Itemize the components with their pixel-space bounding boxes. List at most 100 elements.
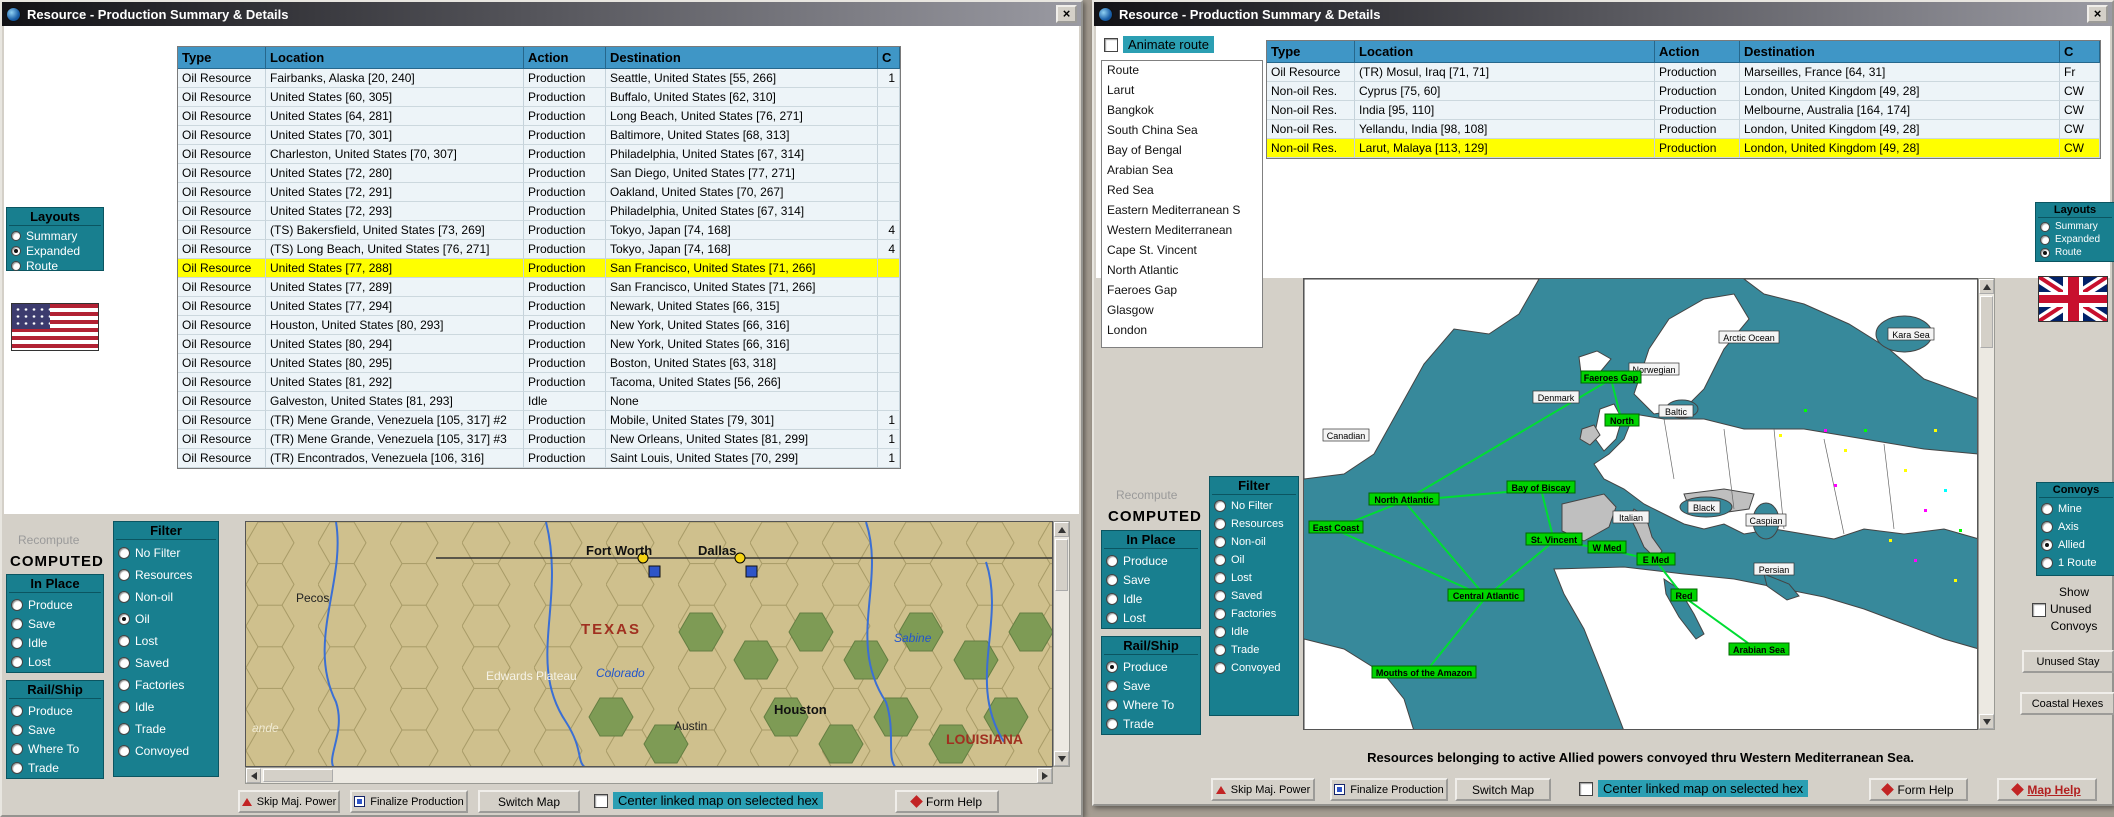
- finalize-production-button[interactable]: Finalize Production: [1330, 778, 1448, 801]
- switch-map-button[interactable]: Switch Map: [478, 790, 580, 813]
- col-header-type[interactable]: Type: [1267, 41, 1355, 63]
- filter-option[interactable]: Factories: [116, 674, 216, 696]
- filter-option[interactable]: Lost: [1212, 569, 1296, 587]
- layout-option[interactable]: Summary: [9, 228, 101, 243]
- filter-option[interactable]: No Filter: [1212, 497, 1296, 515]
- route-list-item[interactable]: South China Sea: [1102, 121, 1262, 141]
- map-help-button[interactable]: Map Help: [1997, 778, 2097, 801]
- convoy-option[interactable]: Mine: [2039, 500, 2113, 518]
- table-row[interactable]: Oil Resource United States [72, 280] Pro…: [178, 164, 900, 183]
- table-row[interactable]: Oil Resource United States [72, 293] Pro…: [178, 202, 900, 221]
- route-node-label[interactable]: North: [1604, 413, 1640, 427]
- right-titlebar[interactable]: Resource - Production Summary & Details …: [1094, 2, 2112, 26]
- route-node-label[interactable]: W Med: [1587, 540, 1627, 554]
- table-row[interactable]: Non-oil Res. Larut, Malaya [113, 129] Pr…: [1267, 139, 2100, 158]
- route-list-item[interactable]: Route: [1102, 61, 1262, 81]
- table-row[interactable]: Oil Resource Houston, United States [80,…: [178, 316, 900, 335]
- col-header-location[interactable]: Location: [1355, 41, 1655, 63]
- in-place-option[interactable]: Save: [1104, 570, 1198, 589]
- route-node-label[interactable]: Bay of Biscay: [1506, 480, 1576, 494]
- table-row[interactable]: Oil Resource Galveston, United States [8…: [178, 392, 900, 411]
- resource-dot[interactable]: [734, 552, 746, 564]
- route-list-item[interactable]: North Atlantic: [1102, 261, 1262, 281]
- in-place-option[interactable]: Lost: [1104, 608, 1198, 627]
- route-node-label[interactable]: North Atlantic: [1368, 492, 1440, 506]
- in-place-option[interactable]: Produce: [1104, 551, 1198, 570]
- rail-ship-option[interactable]: Where To: [1104, 695, 1198, 714]
- route-node-label[interactable]: St. Vincent: [1525, 532, 1583, 546]
- filter-option[interactable]: Convoyed: [1212, 659, 1296, 677]
- table-row[interactable]: Oil Resource (TS) Long Beach, United Sta…: [178, 240, 900, 259]
- rail-ship-option[interactable]: Save: [9, 720, 101, 739]
- layout-option[interactable]: Expanded: [9, 243, 101, 258]
- route-list-item[interactable]: Eastern Mediterranean S: [1102, 201, 1262, 221]
- scroll-thumb[interactable]: [1980, 296, 1993, 348]
- table-row[interactable]: Oil Resource United States [77, 294] Pro…: [178, 297, 900, 316]
- col-header-action[interactable]: Action: [1655, 41, 1740, 63]
- scroll-thumb[interactable]: [1055, 539, 1068, 591]
- col-header-c[interactable]: C: [2060, 41, 2100, 63]
- route-list-item[interactable]: Western Mediterranean: [1102, 221, 1262, 241]
- in-place-option[interactable]: Save: [9, 614, 101, 633]
- filter-option[interactable]: Resources: [116, 564, 216, 586]
- center-map-checkbox[interactable]: [1579, 781, 1593, 796]
- scroll-right-icon[interactable]: [1037, 768, 1052, 783]
- left-titlebar[interactable]: Resource - Production Summary & Details …: [2, 2, 1081, 26]
- table-row[interactable]: Oil Resource Charleston, United States […: [178, 145, 900, 164]
- col-header-action[interactable]: Action: [524, 47, 606, 69]
- col-header-destination[interactable]: Destination: [1740, 41, 2060, 63]
- unused-stay-button[interactable]: Unused Stay: [2022, 650, 2114, 673]
- scroll-thumb[interactable]: [263, 769, 333, 782]
- in-place-option[interactable]: Idle: [1104, 589, 1198, 608]
- form-help-button[interactable]: Form Help: [1869, 778, 1968, 801]
- layout-option[interactable]: Summary: [2038, 220, 2112, 233]
- col-header-destination[interactable]: Destination: [606, 47, 878, 69]
- layout-option[interactable]: Expanded: [2038, 233, 2112, 246]
- route-node-label[interactable]: East Coast: [1308, 520, 1364, 534]
- route-list-item[interactable]: Larut: [1102, 81, 1262, 101]
- factory-marker[interactable]: [648, 565, 661, 578]
- map-horizontal-scrollbar[interactable]: [245, 767, 1053, 784]
- close-icon[interactable]: ×: [1056, 5, 1077, 23]
- table-row[interactable]: Oil Resource United States [64, 281] Pro…: [178, 107, 900, 126]
- filter-option[interactable]: Saved: [1212, 587, 1296, 605]
- route-list-item[interactable]: Cape St. Vincent: [1102, 241, 1262, 261]
- route-node-label[interactable]: Central Atlantic: [1447, 588, 1525, 602]
- show-unused-checkbox[interactable]: [2032, 602, 2046, 617]
- scroll-up-icon[interactable]: [1979, 279, 1994, 294]
- table-row[interactable]: Oil Resource (TR) Mene Grande, Venezuela…: [178, 411, 900, 430]
- in-place-option[interactable]: Produce: [9, 595, 101, 614]
- filter-option[interactable]: Trade: [1212, 641, 1296, 659]
- route-node-label[interactable]: Arabian Sea: [1728, 642, 1790, 656]
- route-node-label[interactable]: Red: [1670, 588, 1698, 602]
- table-row[interactable]: Oil Resource Fairbanks, Alaska [20, 240]…: [178, 69, 900, 88]
- table-row[interactable]: Oil Resource (TR) Mene Grande, Venezuela…: [178, 430, 900, 449]
- rail-ship-option[interactable]: Produce: [1104, 657, 1198, 676]
- scroll-up-icon[interactable]: [1054, 522, 1069, 537]
- finalize-production-button[interactable]: Finalize Production: [350, 790, 468, 813]
- table-row[interactable]: Oil Resource United States [72, 291] Pro…: [178, 183, 900, 202]
- filter-option[interactable]: Convoyed: [116, 740, 216, 762]
- route-list-item[interactable]: Glasgow: [1102, 301, 1262, 321]
- table-row[interactable]: Oil Resource United States [80, 294] Pro…: [178, 335, 900, 354]
- convoy-option[interactable]: Axis: [2039, 518, 2113, 536]
- table-row[interactable]: Oil Resource (TR) Mosul, Iraq [71, 71] P…: [1267, 63, 2100, 82]
- route-list-item[interactable]: London: [1102, 321, 1262, 341]
- table-row[interactable]: Oil Resource United States [77, 289] Pro…: [178, 278, 900, 297]
- filter-option[interactable]: Non-oil: [1212, 533, 1296, 551]
- table-row[interactable]: Oil Resource (TS) Bakersfield, United St…: [178, 221, 900, 240]
- col-header-type[interactable]: Type: [178, 47, 266, 69]
- route-node-label[interactable]: Faeroes Gap: [1580, 370, 1642, 384]
- filter-option[interactable]: No Filter: [116, 542, 216, 564]
- close-icon[interactable]: ×: [2087, 5, 2108, 23]
- rail-ship-option[interactable]: Produce: [9, 701, 101, 720]
- convoy-option[interactable]: 1 Route: [2039, 554, 2113, 572]
- route-list-item[interactable]: Red Sea: [1102, 181, 1262, 201]
- skip-major-power-button[interactable]: Skip Maj. Power: [238, 790, 340, 813]
- coastal-hexes-button[interactable]: Coastal Hexes: [2020, 692, 2114, 715]
- scroll-down-icon[interactable]: [1979, 714, 1994, 729]
- factory-marker[interactable]: [745, 565, 758, 578]
- route-list-item[interactable]: Bangkok: [1102, 101, 1262, 121]
- filter-option[interactable]: Idle: [1212, 623, 1296, 641]
- table-row[interactable]: Oil Resource United States [81, 292] Pro…: [178, 373, 900, 392]
